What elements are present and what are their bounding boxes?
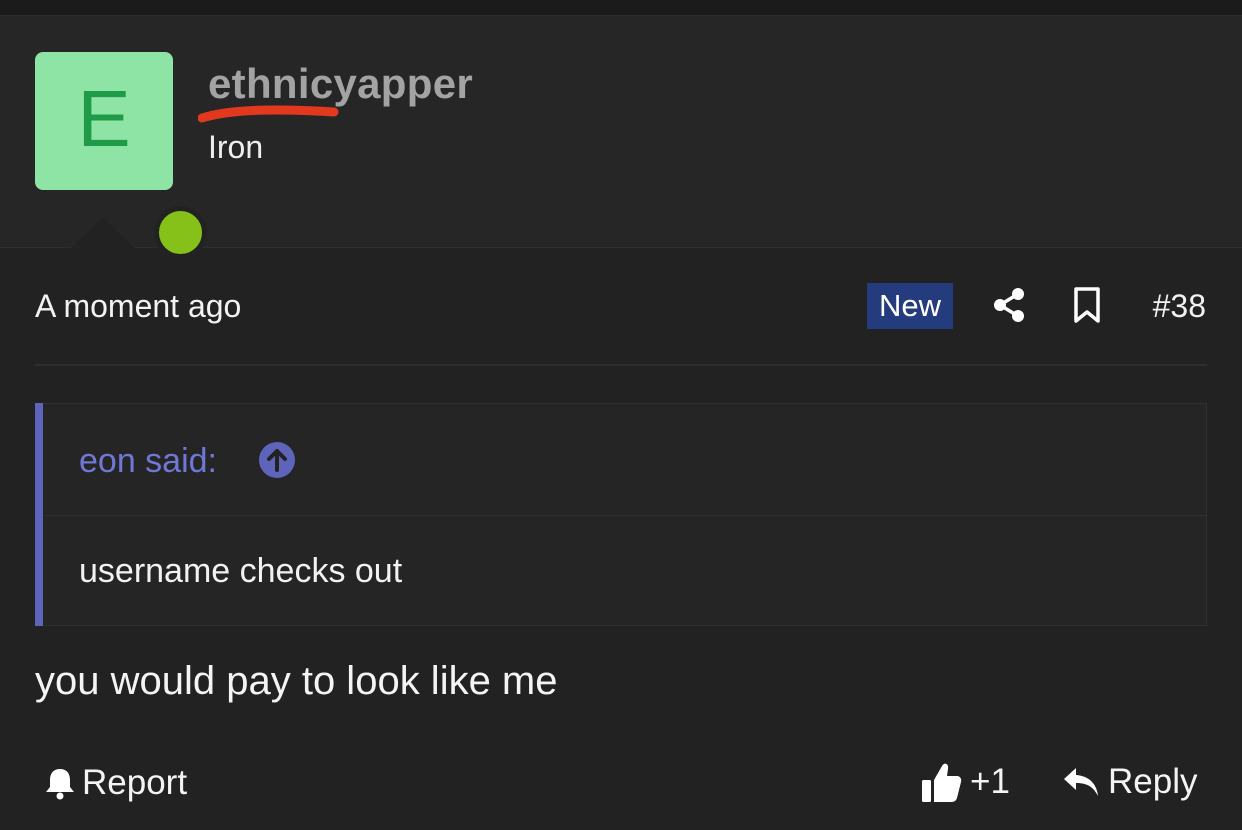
new-badge: New [867,283,953,329]
thumbs-up-icon [922,763,962,802]
post-body: you would pay to look like me [35,659,558,703]
avatar-letter: E [77,74,131,163]
reply-label: Reply [1108,762,1198,801]
report-label: Report [82,763,188,802]
quote-text: username checks out [79,552,403,590]
post-number-link[interactable]: #38 [1153,286,1206,326]
header-pointer [71,217,135,248]
reply-arrow-icon [1064,768,1098,796]
like-count: +1 [970,762,1010,801]
bell-icon [46,769,74,800]
bookmark-icon[interactable] [1071,286,1103,324]
quote-author-link[interactable]: eon said: [79,440,217,482]
redaction-scribble [198,105,339,123]
divider [35,364,1207,366]
report-button[interactable]: Report [44,760,187,806]
like-button[interactable]: +1 [920,758,1010,806]
avatar[interactable]: E [35,52,207,259]
top-strip [0,0,1242,16]
post-timestamp[interactable]: A moment ago [35,286,241,326]
quote-block: eon said: username checks out [35,403,1207,626]
reply-button[interactable]: Reply [1062,758,1197,806]
user-title: Iron [208,129,264,165]
share-icon[interactable] [990,286,1028,324]
quote-header: eon said: [44,404,1206,516]
online-status-dot [154,206,207,259]
arrow-up-circle-icon[interactable] [258,441,296,479]
quote-accent-bar [35,403,43,626]
